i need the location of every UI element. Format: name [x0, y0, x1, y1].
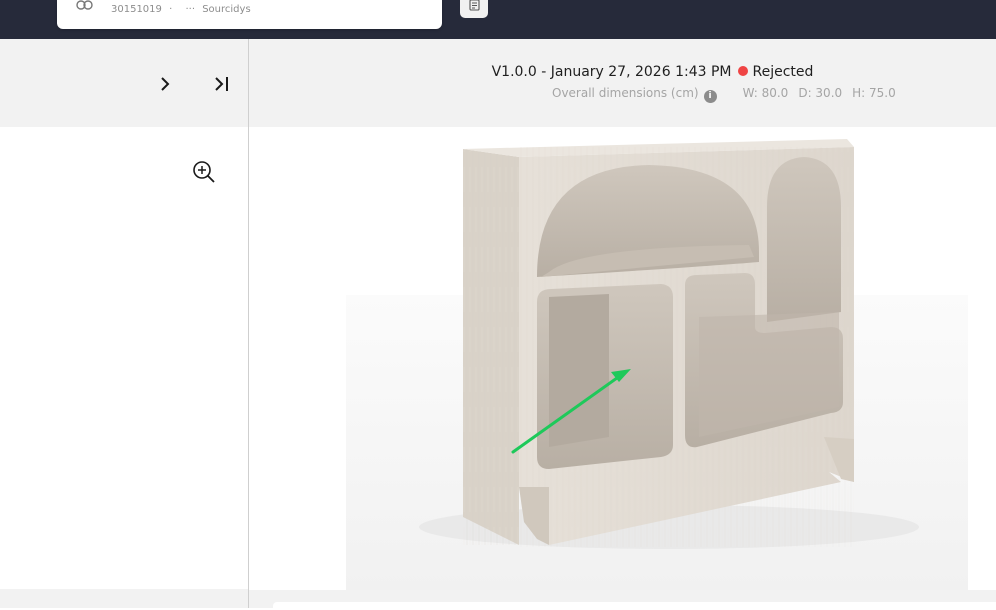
left-panel-header [0, 39, 248, 127]
zoom-in-icon[interactable] [192, 160, 216, 184]
dimension-width: W: 80.0 [742, 86, 789, 100]
dimension-depth: D: 30.0 [798, 86, 843, 100]
dimensions-label: Overall dimensions (cm) [552, 86, 699, 100]
status-badge: Rejected [752, 64, 814, 80]
chevron-right-icon[interactable] [155, 74, 175, 94]
left-panel [0, 39, 249, 608]
bottom-panel [249, 590, 996, 610]
dimensions-line: Overall dimensions (cm) i W: 80.0 D: 30.0 H:… [552, 86, 906, 103]
meta-separator: · [169, 4, 173, 15]
version-line: V1.0.0 - January 27, 2026 1:43 PM Rejecte… [249, 64, 996, 80]
status-dot [738, 66, 749, 76]
link-icon [74, 0, 96, 16]
item-code: 30151019 [111, 4, 162, 15]
image-viewer[interactable] [249, 127, 996, 590]
bottom-card [273, 602, 996, 610]
dimension-height: H: 75.0 [852, 86, 896, 100]
ellipsis-icon[interactable]: ··· [185, 4, 195, 15]
version-header: V1.0.0 - January 27, 2026 1:43 PM Rejecte… [249, 39, 996, 127]
product-card[interactable]: 30151019 · ··· Sourcidys [57, 0, 488, 29]
version-label: V1.0.0 - January 27, 2026 1:43 PM [491, 64, 732, 80]
chevron-last-icon[interactable] [212, 74, 232, 94]
left-panel-footer [0, 589, 248, 608]
info-icon[interactable]: i [703, 90, 717, 103]
green-arrow-annotation [511, 369, 631, 454]
document-icon[interactable] [460, 0, 488, 18]
supplier-name[interactable]: Sourcidys [202, 4, 250, 15]
